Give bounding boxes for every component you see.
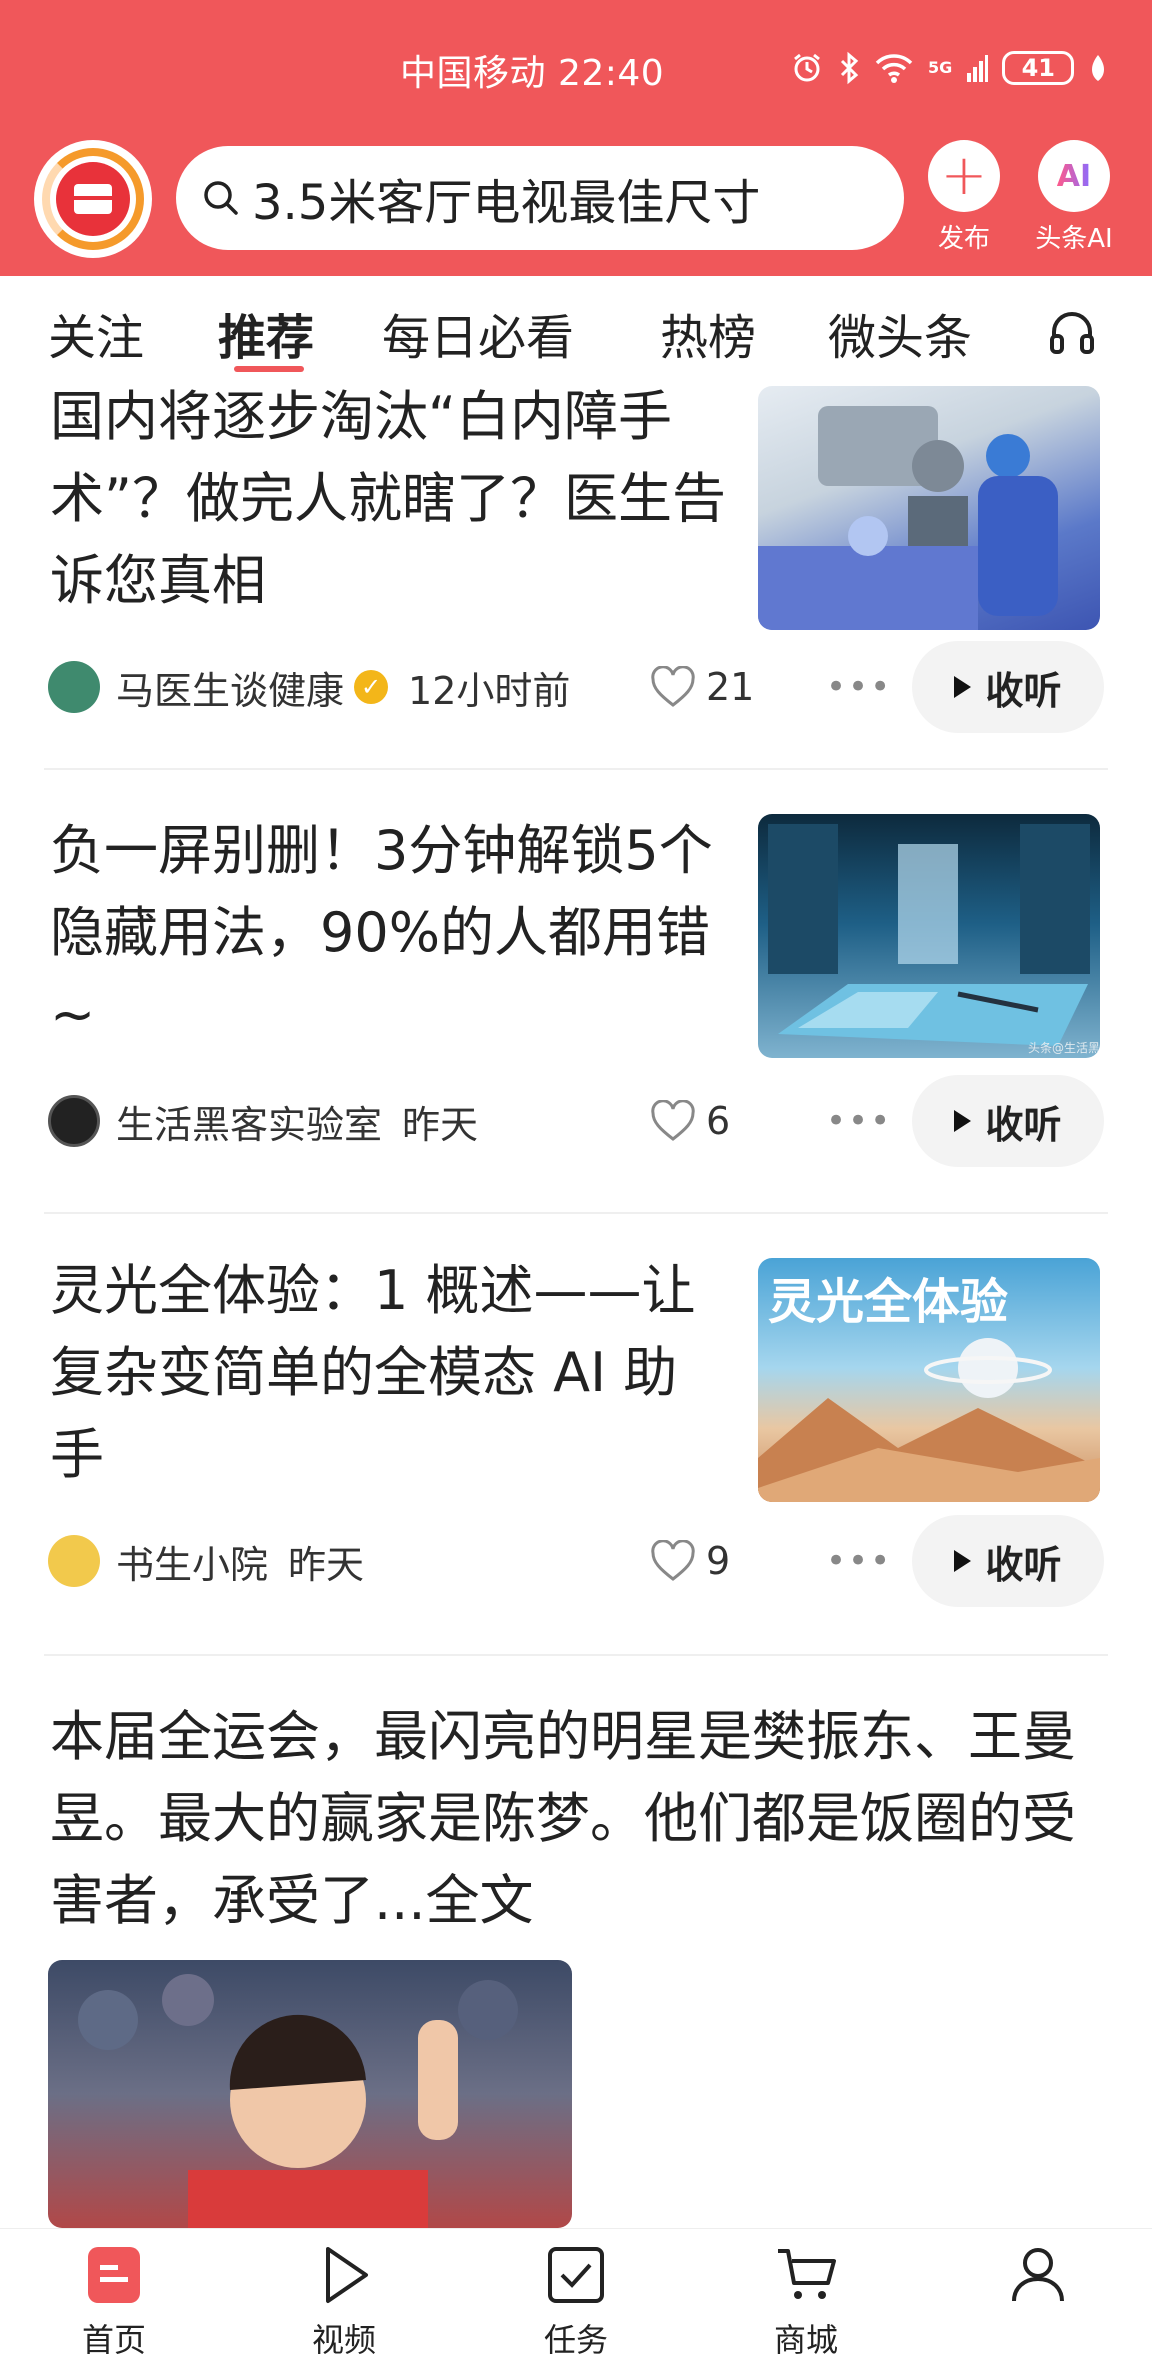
nav-mall-label: 商城	[773, 2321, 838, 2359]
author-name[interactable]: 书生小院	[116, 1534, 268, 1589]
article-title[interactable]: 负一屏别删！3分钟解锁5个隐藏用法，90%的人都用错 ~	[50, 810, 730, 1056]
search-bar[interactable]: 3.5米客厅电视最佳尺寸	[176, 146, 904, 250]
tab-micro-headlines[interactable]: 微头条	[828, 298, 972, 368]
publish-label: 发布	[937, 224, 990, 254]
headphone-icon[interactable]	[1046, 306, 1098, 358]
athlete-photo	[78, 1974, 518, 2228]
app-logo[interactable]	[34, 140, 152, 258]
verified-badge-icon: ✓	[354, 670, 389, 704]
author-avatar[interactable]	[48, 661, 100, 713]
article-thumbnail[interactable]	[758, 386, 1100, 630]
like-count: 21	[706, 665, 755, 709]
more-options-icon[interactable]: •••	[826, 652, 892, 722]
feed-divider	[44, 1212, 1108, 1214]
search-icon	[204, 181, 238, 215]
post-time: 昨天	[288, 1542, 365, 1587]
alarm-icon	[790, 51, 824, 85]
status-carrier-time: 中国移动 22:40	[400, 53, 665, 94]
feed-divider	[44, 768, 1108, 770]
nav-home-label: 首页	[81, 2321, 146, 2359]
tab-daily-must-see[interactable]: 每日必看	[382, 298, 574, 368]
app-header: 中国移动 22:40 5G 41 3.5米客厅电视最佳尺寸 + 发布 AI 头条…	[0, 0, 1152, 276]
leaf-icon	[1088, 53, 1108, 83]
article-image[interactable]	[48, 1960, 572, 2228]
tab-recommend[interactable]: 推荐	[218, 298, 314, 368]
red-envelope-icon	[74, 184, 112, 214]
feed-divider	[44, 1654, 1108, 1656]
desert-planet-image: 灵光全体验	[758, 1274, 1100, 1502]
nav-profile[interactable]	[958, 2243, 1118, 2315]
play-icon	[954, 1110, 972, 1132]
status-bar: 中国移动 22:40 5G 41	[0, 0, 1152, 130]
image-title-text: 灵光全体验	[768, 1274, 1008, 1330]
network-5g-label: 5G	[928, 58, 953, 77]
nav-mall[interactable]: 商城	[726, 2243, 886, 2361]
nav-home[interactable]: 首页	[34, 2243, 194, 2361]
surgery-image	[758, 406, 1058, 630]
nav-tasks-label: 任务	[543, 2321, 608, 2359]
nav-video[interactable]: 视频	[264, 2243, 424, 2361]
status-icons: 5G 41	[790, 48, 1108, 88]
listen-button[interactable]: 收听	[912, 1515, 1104, 1607]
heart-icon	[651, 666, 695, 707]
author-avatar[interactable]	[48, 1095, 100, 1147]
article-meta: 生活黑客实验室 昨天	[48, 1086, 478, 1156]
library-notebook-image: 头条@生活黑	[768, 824, 1100, 1055]
listen-label: 收听	[985, 1542, 1062, 1587]
plus-icon: +	[940, 143, 988, 208]
publish-button[interactable]: + 发布	[914, 140, 1014, 255]
author-name[interactable]: 马医生谈健康	[116, 660, 344, 715]
article-title[interactable]: 国内将逐步淘汰“白内障手术”？做完人就瞎了？医生告诉您真相	[50, 376, 730, 622]
active-tab-indicator	[234, 366, 304, 372]
article-meta: 书生小院 昨天	[48, 1526, 364, 1596]
bluetooth-icon	[838, 51, 860, 85]
like-button[interactable]: 21	[650, 652, 754, 722]
ai-circle: AI	[1038, 140, 1110, 212]
video-play-icon	[326, 2247, 368, 2303]
toutiao-ai-button[interactable]: AI 头条AI	[1024, 140, 1124, 255]
bottom-navigation: 首页 视频 任务 商城	[0, 2228, 1152, 2376]
listen-button[interactable]: 收听	[912, 1075, 1104, 1167]
more-options-icon[interactable]: •••	[826, 1086, 892, 1156]
more-options-icon[interactable]: •••	[826, 1526, 892, 1596]
profile-icon	[1012, 2248, 1064, 2302]
listen-label: 收听	[985, 1102, 1062, 1147]
ai-icon: AI	[1056, 158, 1092, 194]
toutiao-ai-label: 头条AI	[1035, 224, 1113, 254]
listen-label: 收听	[985, 668, 1062, 713]
publish-circle: +	[928, 140, 1000, 212]
author-name[interactable]: 生活黑客实验室	[116, 1094, 382, 1149]
battery-level: 41	[1002, 51, 1075, 85]
task-checkbox-icon	[548, 2247, 604, 2303]
heart-icon	[651, 1540, 695, 1581]
search-query-text: 3.5米客厅电视最佳尺寸	[252, 175, 761, 231]
article-title[interactable]: 本届全运会，最闪亮的明星是樊振东、王曼昱。最大的赢家是陈梦。他们都是饭圈的受害者…	[50, 1696, 1110, 1942]
signal-icon	[966, 53, 989, 83]
post-time: 12小时前	[408, 668, 571, 713]
tab-hot-list[interactable]: 热榜	[660, 298, 756, 368]
play-icon	[954, 1550, 972, 1572]
home-icon	[88, 2247, 140, 2303]
author-avatar[interactable]	[48, 1535, 100, 1587]
article-thumbnail[interactable]: 头条@生活黑	[758, 814, 1100, 1058]
image-watermark: 头条@生活黑	[1028, 1041, 1100, 1055]
wifi-icon	[874, 52, 914, 84]
listen-button[interactable]: 收听	[912, 641, 1104, 733]
play-icon	[954, 676, 972, 698]
shopping-cart-icon	[778, 2249, 836, 2299]
channel-tabs: 关注 推荐 每日必看 热榜 微头条	[0, 276, 1152, 380]
tab-follow[interactable]: 关注	[48, 298, 144, 368]
nav-video-label: 视频	[311, 2321, 376, 2359]
article-thumbnail[interactable]: 灵光全体验	[758, 1258, 1100, 1502]
like-button[interactable]: 6	[650, 1086, 730, 1156]
article-meta: 马医生谈健康 ✓ 12小时前	[48, 652, 570, 722]
heart-icon	[651, 1100, 695, 1141]
post-time: 昨天	[402, 1102, 479, 1147]
like-count: 6	[706, 1099, 731, 1143]
nav-tasks[interactable]: 任务	[496, 2243, 656, 2361]
article-title[interactable]: 灵光全体验：1 概述——让复杂变简单的全模态 AI 助手	[50, 1250, 730, 1496]
like-button[interactable]: 9	[650, 1526, 730, 1596]
like-count: 9	[706, 1539, 731, 1583]
